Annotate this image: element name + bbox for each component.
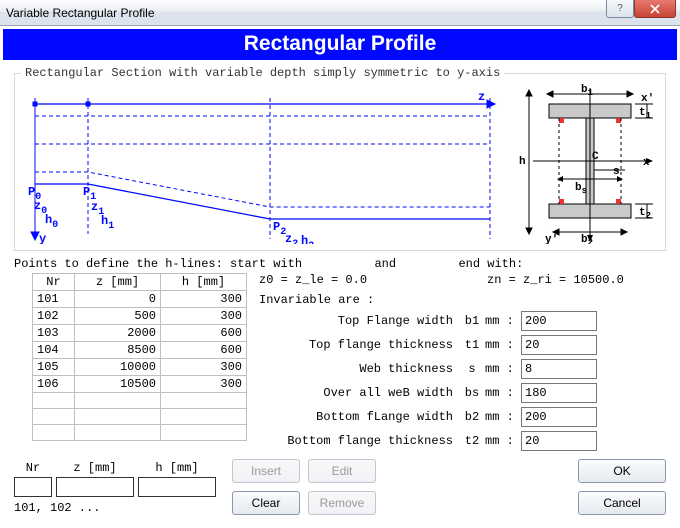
insert-button[interactable]: Insert [232, 459, 300, 483]
svg-text:z: z [478, 90, 485, 104]
svg-text:h1: h1 [101, 214, 114, 232]
input-b1[interactable] [521, 311, 597, 331]
help-button[interactable]: ? [606, 0, 634, 18]
window-titlebar: Variable Rectangular Profile ? [0, 0, 680, 26]
section-diagram: Rectangular Section with variable depth … [14, 66, 666, 251]
table-row [33, 425, 247, 441]
points-line: Points to define the h-lines: start with… [14, 257, 666, 271]
svg-text:b1: b1 [581, 84, 594, 98]
edit-h[interactable] [138, 477, 216, 497]
svg-text:z2: z2 [285, 232, 298, 244]
table-row [33, 409, 247, 425]
col-h: h [mm] [161, 274, 247, 291]
zn-line: zn = z_ri = 10500.0 [487, 273, 624, 287]
param-b2: Bottom fLange width b2 mm : [259, 407, 666, 427]
edit-nr[interactable] [14, 477, 52, 497]
points-table[interactable]: Nr z [mm] h [mm] 1010300 102500300 10320… [32, 273, 247, 441]
invariable-label: Invariable are : [259, 293, 666, 307]
table-row: 1032000600 [33, 325, 247, 342]
table-row: 10610500300 [33, 376, 247, 393]
input-t1[interactable] [521, 335, 597, 355]
cancel-button[interactable]: Cancel [578, 491, 666, 515]
edit-header-h: h [mm] [155, 461, 198, 475]
param-t2: Bottom flange thickness t2 mm : [259, 431, 666, 451]
svg-text:t2: t2 [639, 207, 651, 221]
section-legend: Rectangular Section with variable depth … [21, 66, 504, 80]
param-t1: Top flange thickness t1 mm : [259, 335, 666, 355]
page-banner: Rectangular Profile [3, 29, 677, 60]
svg-text:bs: bs [575, 182, 587, 196]
svg-text:C: C [592, 151, 599, 163]
table-row: 1010300 [33, 291, 247, 308]
remove-button[interactable]: Remove [308, 491, 376, 515]
profile-diagram: z y P0 z0 h0 P1 z1 h1 P2 z2 h2 [21, 84, 659, 244]
status-line: 101, 102 ... [14, 501, 216, 515]
param-bs: Over all weB width bs mm : [259, 383, 666, 403]
svg-text:s: s [613, 166, 620, 178]
edit-header-z: z [mm] [73, 461, 116, 475]
table-row [33, 393, 247, 409]
table-row: 1048500600 [33, 342, 247, 359]
z0-line: z0 = z_le = 0.0 [259, 273, 367, 287]
edit-z[interactable] [56, 477, 134, 497]
input-s[interactable] [521, 359, 597, 379]
svg-text:t1: t1 [639, 107, 652, 121]
window-title: Variable Rectangular Profile [6, 6, 155, 20]
close-button[interactable] [634, 0, 676, 18]
param-b1: Top Flange width b1 mm : [259, 311, 666, 331]
svg-text:h2: h2 [301, 234, 314, 244]
col-z: z [mm] [75, 274, 161, 291]
svg-text:h: h [519, 156, 526, 168]
svg-text:y: y [39, 232, 46, 244]
input-bs[interactable] [521, 383, 597, 403]
svg-text:x': x' [641, 93, 654, 105]
ok-button[interactable]: OK [578, 459, 666, 483]
table-row: 102500300 [33, 308, 247, 325]
input-t2[interactable] [521, 431, 597, 451]
svg-text:x: x [643, 157, 650, 169]
col-nr: Nr [33, 274, 75, 291]
svg-text:y': y' [545, 234, 558, 244]
param-s: Web thickness s mm : [259, 359, 666, 379]
clear-button[interactable]: Clear [232, 491, 300, 515]
svg-text:h0: h0 [45, 213, 58, 231]
input-b2[interactable] [521, 407, 597, 427]
edit-button[interactable]: Edit [308, 459, 376, 483]
table-row: 10510000300 [33, 359, 247, 376]
edit-header-nr: Nr [26, 461, 40, 475]
